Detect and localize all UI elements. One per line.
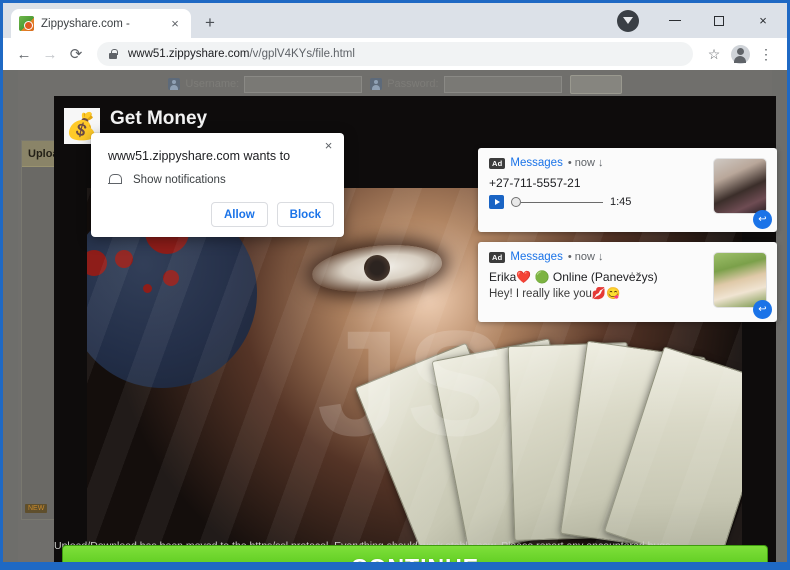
red-dot-graphic bbox=[143, 284, 152, 293]
close-icon[interactable]: × bbox=[320, 138, 337, 155]
toast-source: Messages bbox=[510, 157, 563, 169]
ad-badge: Ad bbox=[489, 251, 506, 263]
audio-scrubber[interactable] bbox=[511, 197, 603, 207]
audio-duration: 1:45 bbox=[610, 196, 632, 208]
zippyshare-folder-icon bbox=[19, 16, 34, 31]
reply-icon[interactable]: ↩ bbox=[753, 300, 772, 319]
toast-source: Messages bbox=[510, 251, 563, 263]
tab-title: Zippyshare.com - bbox=[41, 17, 130, 30]
browser-toolbar: ← → ⟳ www51.zippyshare.com/v/gplV4KYs/fi… bbox=[3, 38, 787, 70]
password-input[interactable] bbox=[443, 75, 562, 93]
continue-button[interactable]: CONTINUE bbox=[62, 545, 768, 562]
toast-thumbnail-image[interactable] bbox=[713, 158, 767, 214]
username-label: Username: bbox=[185, 78, 240, 90]
minimize-button[interactable] bbox=[653, 4, 697, 37]
red-dot-graphic bbox=[115, 250, 133, 268]
permission-item: Show notifications bbox=[108, 173, 226, 187]
tab-strip: Zippyshare.com - × + bbox=[3, 3, 617, 38]
avatar[interactable] bbox=[727, 41, 753, 67]
play-icon[interactable] bbox=[489, 195, 504, 209]
toast-timestamp: • now ↓ bbox=[567, 251, 604, 263]
notification-permission-dialog: × www51.zippyshare.com wants to Show not… bbox=[91, 133, 344, 237]
permission-dialog-actions: Allow Block bbox=[211, 202, 334, 227]
back-button[interactable]: ← bbox=[11, 41, 37, 67]
eye-detail bbox=[310, 239, 444, 297]
new-tab-button[interactable]: + bbox=[197, 10, 223, 36]
browser-window: Zippyshare.com - × + × ← → ⟳ www51.zippy… bbox=[0, 0, 790, 570]
red-dot-graphic bbox=[163, 270, 179, 286]
username-input[interactable] bbox=[244, 75, 363, 93]
new-badge: NEW bbox=[25, 504, 48, 513]
user-icon bbox=[168, 78, 181, 90]
username-field-group: Username: bbox=[168, 75, 363, 93]
permission-item-label: Show notifications bbox=[133, 174, 226, 186]
forward-button[interactable]: → bbox=[37, 41, 63, 67]
bell-icon bbox=[108, 173, 122, 187]
browser-tab[interactable]: Zippyshare.com - × bbox=[11, 9, 191, 38]
key-icon bbox=[370, 78, 383, 90]
password-label: Password: bbox=[387, 78, 439, 90]
ad-badge: Ad bbox=[489, 157, 506, 169]
window-controls: × bbox=[617, 3, 787, 38]
ad-notification-toast[interactable]: Ad Messages • now ↓ +27-711-5557-21 1:45… bbox=[478, 148, 777, 232]
permission-dialog-title: www51.zippyshare.com wants to bbox=[108, 149, 291, 163]
login-bar: Username: Password: bbox=[18, 70, 772, 98]
address-bar[interactable]: www51.zippyshare.com/v/gplV4KYs/file.htm… bbox=[97, 42, 693, 66]
maximize-button[interactable] bbox=[697, 4, 741, 37]
lock-icon bbox=[107, 48, 119, 60]
ad-notification-toast[interactable]: Ad Messages • now ↓ Erika❤️ 🟢 Online (Pa… bbox=[478, 242, 777, 322]
url-text: www51.zippyshare.com/v/gplV4KYs/file.htm… bbox=[128, 48, 355, 60]
allow-button[interactable]: Allow bbox=[211, 202, 268, 227]
title-bar: Zippyshare.com - × + × bbox=[3, 3, 787, 38]
media-card-title: Get Money bbox=[110, 108, 208, 129]
close-icon[interactable]: × bbox=[167, 16, 183, 32]
url-host: www51.zippyshare.com bbox=[128, 48, 250, 60]
bookmark-star-icon[interactable]: ☆ bbox=[701, 41, 727, 67]
profile-dropdown-icon[interactable] bbox=[617, 9, 639, 32]
profile-avatar-icon bbox=[730, 44, 750, 64]
reload-button[interactable]: ⟳ bbox=[63, 41, 89, 67]
block-button[interactable]: Block bbox=[276, 202, 334, 227]
login-button[interactable] bbox=[569, 74, 622, 94]
url-path: /v/gplV4KYs/file.html bbox=[249, 48, 355, 60]
scrubber-handle[interactable] bbox=[511, 197, 521, 207]
reply-icon[interactable]: ↩ bbox=[753, 210, 772, 229]
page-viewport: Username: Password: Upload NEW 💰 Get Mon… bbox=[3, 70, 787, 562]
toolbar-right-actions: ☆ ⋮ bbox=[701, 41, 779, 67]
password-field-group: Password: bbox=[370, 75, 562, 93]
close-window-button[interactable]: × bbox=[741, 4, 785, 37]
chrome-menu-icon[interactable]: ⋮ bbox=[753, 41, 779, 67]
toast-timestamp: • now ↓ bbox=[567, 157, 604, 169]
